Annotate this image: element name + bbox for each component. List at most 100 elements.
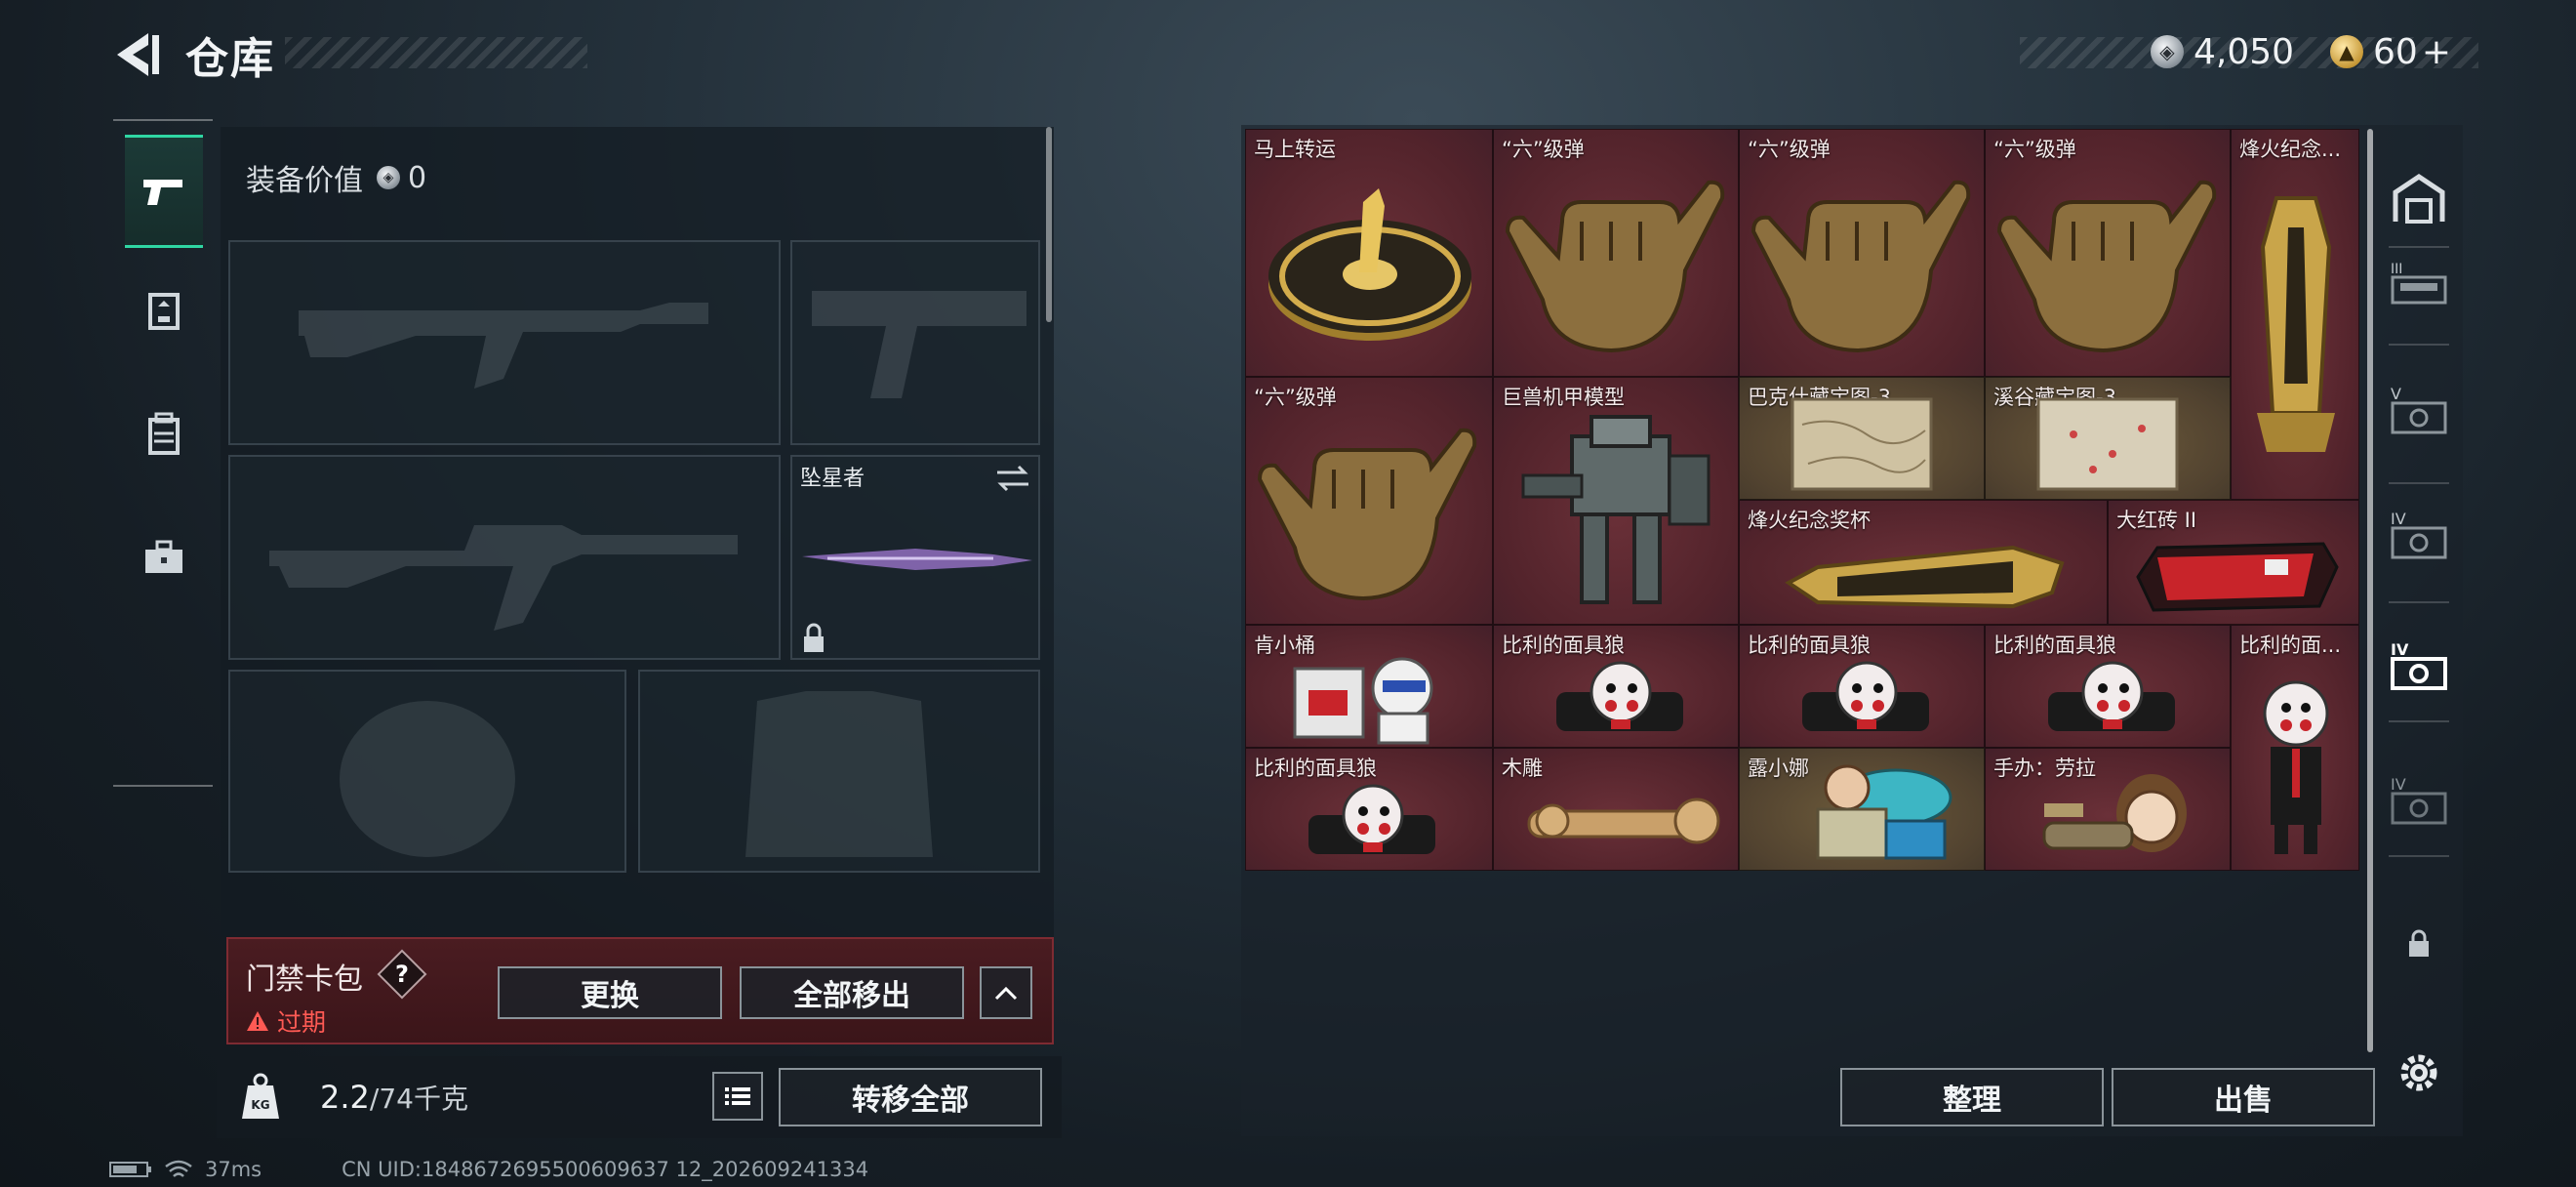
hand-sign-icon (1505, 180, 1725, 353)
back-button[interactable] (109, 27, 164, 82)
storage-item[interactable]: 烽火纪念奖杯 (1739, 500, 2108, 625)
access-card-title: 门禁卡包 (246, 962, 363, 997)
equipment-value-amount: 0 (408, 160, 427, 195)
storage-item[interactable]: 溪谷藏宝图-3 (1985, 377, 2231, 500)
ping-text: 37ms (205, 1158, 262, 1181)
rail-divider (2389, 344, 2449, 346)
storage-item[interactable]: “六”级弹 (1985, 129, 2231, 377)
settings-button[interactable] (2383, 1029, 2455, 1117)
gold-currency[interactable]: ▲ 60 + (2330, 27, 2451, 76)
hand-sign-icon (1257, 428, 1477, 601)
storage-tab-4b-active[interactable]: IV (2383, 625, 2455, 713)
sell-button[interactable]: 出售 (2112, 1068, 2375, 1126)
gold-value: 60 (2373, 31, 2418, 72)
category-rail (113, 119, 213, 787)
pistol-slot[interactable] (790, 240, 1040, 445)
swap-icon[interactable] (993, 463, 1032, 494)
uid-text: CN UID:1848672695500609637 12_2026092413… (342, 1158, 869, 1181)
category-toolbox[interactable] (125, 504, 203, 611)
storage-item[interactable]: 巴克什藏宝图-3 (1739, 377, 1985, 500)
transfer-all-button[interactable]: 转移全部 (779, 1068, 1042, 1126)
storage-item[interactable]: 比利的面... (2231, 625, 2359, 871)
weight-current: 2.2 (320, 1079, 370, 1116)
svg-text:III: III (2391, 262, 2402, 277)
trophy-pillar-icon (2257, 196, 2335, 452)
rail-divider (2389, 855, 2449, 857)
warning-icon (247, 1011, 268, 1031)
storage-item[interactable]: 烽火纪念... (2231, 129, 2359, 500)
gold-plus[interactable]: + (2422, 32, 2451, 72)
gear-icon (2400, 1054, 2437, 1091)
armor-icon (148, 293, 180, 330)
collapse-button[interactable] (980, 966, 1032, 1019)
container-iv-icon: IV (2391, 510, 2447, 559)
svg-text:V: V (2391, 385, 2401, 403)
storage-item[interactable]: 巨兽机甲模型 (1493, 377, 1739, 625)
trophy-icon (1785, 545, 2065, 609)
gold-coin-icon: ▲ (2330, 35, 2363, 68)
coin-token-icon (1268, 188, 1471, 341)
storage-item[interactable]: 比利的面具狼 (1245, 748, 1493, 871)
container-iii-icon: III (2391, 262, 2447, 305)
help-text[interactable]: ? (384, 957, 420, 992)
storage-tab-locked[interactable] (2383, 900, 2455, 988)
lock-icon (2409, 929, 2429, 957)
list-view-button[interactable] (712, 1072, 763, 1121)
equipment-scrollbar[interactable] (1046, 127, 1052, 322)
svg-text:KG: KG (251, 1098, 269, 1112)
backpack-icon (148, 412, 180, 455)
expired-status: 过期 (246, 1003, 326, 1039)
melee-name: 坠星者 (800, 467, 865, 491)
storage-item[interactable]: 马上转运 (1245, 129, 1493, 377)
figurine-icon (1816, 764, 1952, 860)
silver-value: 4,050 (2194, 31, 2295, 72)
storage-item[interactable]: 木雕 (1493, 748, 1739, 871)
armor-slot[interactable] (638, 670, 1040, 873)
melee-slot[interactable]: 坠星者 (790, 455, 1040, 660)
category-helmet[interactable] (125, 258, 203, 365)
storage-item[interactable]: 比利的面具狼 (1493, 625, 1739, 748)
map-icon (2036, 397, 2179, 491)
rifle-placeholder-icon (269, 525, 738, 631)
storage-item[interactable]: “六”级弹 (1739, 129, 1985, 377)
storage-tab-3[interactable]: III (2383, 240, 2455, 328)
storage-item[interactable]: “六”级弹 (1493, 129, 1739, 377)
organize-button[interactable]: 整理 (1840, 1068, 2104, 1126)
doll-icon (1308, 784, 1435, 854)
storage-item[interactable]: 比利的面具狼 (1739, 625, 1985, 748)
helmet-slot[interactable] (228, 670, 626, 873)
toolbox-icon (145, 540, 182, 573)
vest-placeholder-icon (745, 691, 933, 857)
remove-all-button[interactable]: 全部移出 (740, 966, 964, 1019)
silver-coin-icon: ◈ (377, 166, 400, 189)
equipment-value: 装备价值 ◈ 0 (246, 156, 426, 199)
container-v-icon: V (2391, 385, 2447, 434)
storage-tab-main[interactable] (2383, 154, 2455, 242)
storage-tab-4a[interactable]: IV (2383, 494, 2455, 582)
primary-weapon-slot[interactable] (228, 240, 781, 445)
storage-scrollbar[interactable] (2367, 129, 2373, 1052)
storage-item[interactable]: 肯小桶 (1245, 625, 1493, 748)
storage-item[interactable]: 露小娜 (1739, 748, 1985, 871)
storage-tab-5[interactable]: V (2383, 369, 2455, 457)
storage-item[interactable]: 比利的面具狼 (1985, 625, 2231, 748)
silver-currency: ◈ 4,050 (2151, 27, 2294, 76)
red-brick-icon (2136, 542, 2339, 612)
expired-text: 过期 (277, 1008, 327, 1037)
category-weapons[interactable] (125, 135, 203, 248)
back-arrow-icon (117, 33, 159, 76)
wifi-icon (165, 1160, 192, 1177)
storage-tab-4c[interactable]: IV (2383, 759, 2455, 847)
swap-button[interactable]: 更换 (498, 966, 722, 1019)
storage-item[interactable]: 手办：劳拉 (1985, 748, 2231, 871)
svg-text:IV: IV (2391, 510, 2406, 528)
category-backpack[interactable] (125, 381, 203, 488)
storage-item[interactable]: “六”级弹 (1245, 377, 1493, 625)
helmet-placeholder-icon (340, 701, 515, 857)
container-iv-active-icon: IV (2391, 640, 2447, 690)
doll-icon (1802, 661, 1929, 731)
secondary-weapon-slot[interactable] (228, 455, 781, 660)
rifle-placeholder-icon (299, 303, 708, 389)
title-decoration (285, 37, 587, 68)
storage-item[interactable]: 大红砖 II (2108, 500, 2359, 625)
